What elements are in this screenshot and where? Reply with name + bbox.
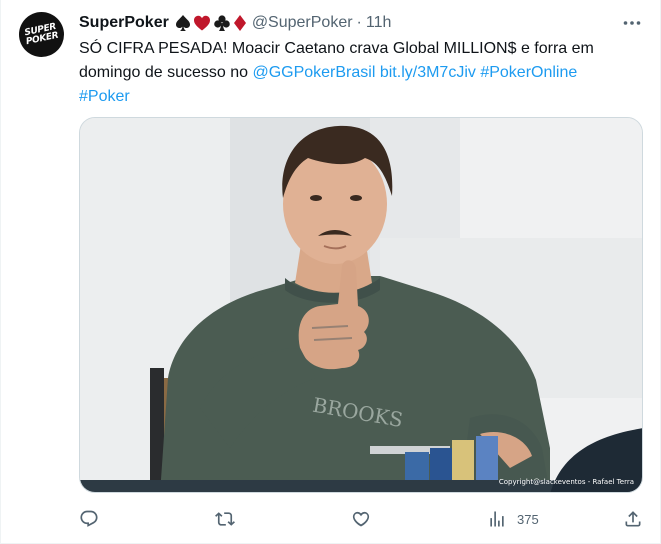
avatar[interactable]: SUPER POKER bbox=[19, 12, 64, 57]
like-button[interactable] bbox=[351, 506, 371, 532]
hashtag-poker-online[interactable]: #PokerOnline bbox=[480, 64, 577, 81]
club-icon bbox=[214, 15, 230, 31]
views-count: 375 bbox=[517, 511, 539, 527]
spade-icon bbox=[175, 15, 190, 31]
player-photo: BROOKS bbox=[80, 118, 642, 492]
tweet-text-line-2: domingo de sucesso no @GGPokerBrasil bit… bbox=[79, 61, 639, 85]
tweet-photo[interactable]: BROOKS Copyright@slackeventos - Rafael T… bbox=[79, 117, 643, 493]
url-link[interactable]: bit.ly/3M7cJiv bbox=[380, 64, 476, 81]
diamond-suit-icon bbox=[233, 15, 246, 31]
more-icon bbox=[623, 21, 641, 25]
hashtag-poker[interactable]: #Poker bbox=[79, 88, 130, 105]
views-icon bbox=[490, 511, 504, 527]
photo-credit: Copyright@slackeventos - Rafael Terra bbox=[498, 478, 634, 486]
reply-button[interactable] bbox=[79, 506, 99, 532]
tweet-header: SuperPoker @SuperPoker · 11h bbox=[79, 12, 391, 34]
heart-suit-icon bbox=[193, 15, 210, 31]
share-icon bbox=[625, 511, 641, 527]
display-name[interactable]: SuperPoker bbox=[79, 14, 169, 32]
more-options-button[interactable] bbox=[621, 12, 643, 34]
retweet-button[interactable] bbox=[215, 506, 235, 532]
tweet-text-line-3: #Poker bbox=[79, 85, 639, 109]
tweet-card[interactable]: SUPER POKER SuperPoker @SuperPoker · 11h… bbox=[0, 0, 661, 544]
mention-link[interactable]: @GGPokerBrasil bbox=[252, 64, 375, 81]
tweet-text: SÓ CIFRA PESADA! Moacir Caetano crava Gl… bbox=[79, 37, 639, 109]
name-emoji-suits bbox=[175, 14, 247, 32]
tweet-text-line-2-prefix: domingo de sucesso no bbox=[79, 64, 253, 81]
share-button[interactable] bbox=[623, 506, 643, 532]
reply-icon bbox=[80, 510, 98, 527]
separator-dot: · bbox=[356, 14, 362, 31]
superpoker-logo: SUPER POKER bbox=[24, 21, 60, 46]
heart-icon bbox=[352, 511, 370, 527]
timestamp[interactable]: 11h bbox=[366, 14, 392, 32]
views-button[interactable]: 375 bbox=[487, 506, 539, 532]
user-handle[interactable]: @SuperPoker bbox=[252, 14, 353, 32]
retweet-icon bbox=[215, 512, 235, 526]
tweet-text-line-1: SÓ CIFRA PESADA! Moacir Caetano crava Gl… bbox=[79, 40, 594, 57]
tweet-actions: 375 bbox=[79, 506, 643, 532]
